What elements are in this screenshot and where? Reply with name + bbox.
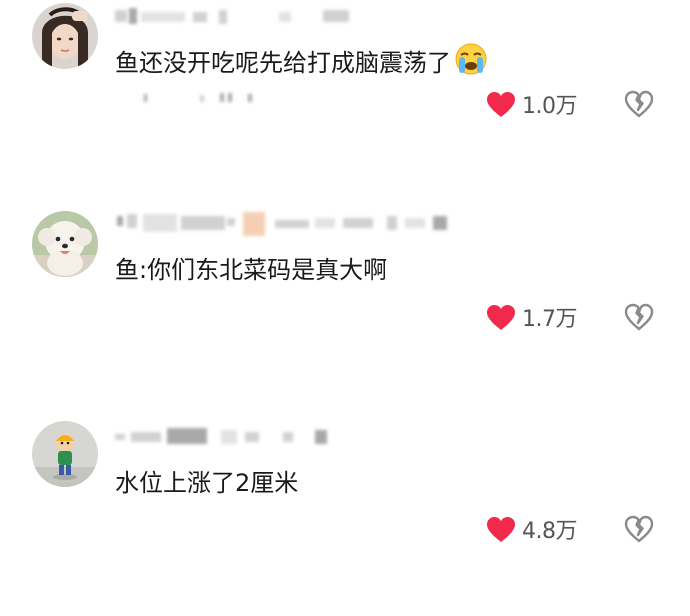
comment-text-content: 鱼:你们东北菜码是真大啊 (115, 256, 388, 284)
comment-text: 鱼还没开吃呢先给打成脑震荡了 (115, 42, 489, 83)
broken-heart-icon (624, 515, 654, 543)
loudly-crying-face-icon (453, 42, 489, 83)
username-blurred[interactable] (115, 426, 335, 448)
comment-text: 水位上涨了2厘米 (115, 468, 298, 498)
toy-figure-photo-avatar-icon (32, 421, 98, 487)
username-blurred[interactable] (115, 6, 355, 28)
heart-icon (487, 516, 515, 542)
dislike-button[interactable] (624, 515, 654, 543)
like-button[interactable]: 1.7万 (486, 303, 578, 332)
subline-blurred (140, 93, 260, 103)
comment-text: 鱼:你们东北菜码是真大啊 (115, 255, 387, 285)
heart-icon (487, 91, 515, 117)
heart-icon (487, 304, 515, 330)
like-count: 4.8万 (522, 519, 578, 544)
comment-text-content: 水位上涨了2厘米 (115, 469, 299, 497)
avatar[interactable] (32, 3, 98, 69)
like-button[interactable]: 1.0万 (486, 90, 578, 119)
woman-photo-avatar-icon (32, 3, 98, 69)
white-dog-photo-avatar-icon (32, 211, 98, 277)
avatar[interactable] (32, 421, 98, 487)
like-count: 1.7万 (522, 307, 578, 332)
like-button[interactable]: 4.8万 (486, 515, 578, 544)
dislike-button[interactable] (624, 303, 654, 331)
broken-heart-icon (624, 90, 654, 118)
comment-text-content: 鱼还没开吃呢先给打成脑震荡了 (115, 49, 451, 77)
broken-heart-icon (624, 303, 654, 331)
dislike-button[interactable] (624, 90, 654, 118)
username-blurred[interactable] (115, 212, 455, 236)
like-count: 1.0万 (522, 94, 578, 119)
avatar[interactable] (32, 211, 98, 277)
